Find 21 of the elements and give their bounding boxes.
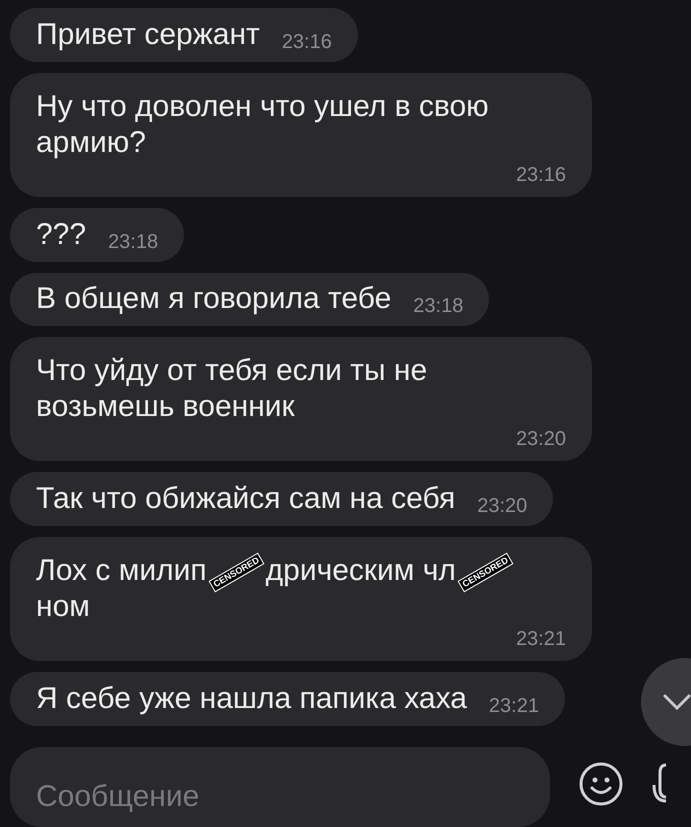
message-time: 23:20 (477, 494, 528, 520)
message-text: Я себе уже нашла папика хаха (36, 682, 467, 716)
message-text: В общем я говорила тебе (36, 282, 392, 316)
chevron-down-icon (663, 694, 691, 710)
message-time: 23:20 (516, 427, 566, 452)
message-text: Что уйду от тебя если ты не возьмешь военник (36, 354, 428, 424)
message-time: 23:16 (516, 162, 566, 187)
message-text: дрическим чл (266, 554, 456, 588)
message-text: Привет сержант (36, 18, 260, 51)
message-time: 23:18 (413, 294, 464, 320)
message-text: Лох с милип (36, 554, 207, 588)
message-text: ??? (36, 218, 86, 251)
message-time: 23:16 (282, 30, 332, 55)
message-time: 23:21 (488, 694, 539, 720)
message-text: Так что обижайся сам на себя (36, 482, 456, 516)
message-time: 23:21 (516, 627, 566, 652)
message-input[interactable]: Сообщение (10, 746, 550, 827)
message-text: Ну что доволен что ушел в свою армию? (36, 90, 489, 159)
message-text: ном (36, 590, 90, 624)
emoji-icon[interactable] (578, 760, 624, 807)
message-time: 23:18 (108, 230, 158, 255)
